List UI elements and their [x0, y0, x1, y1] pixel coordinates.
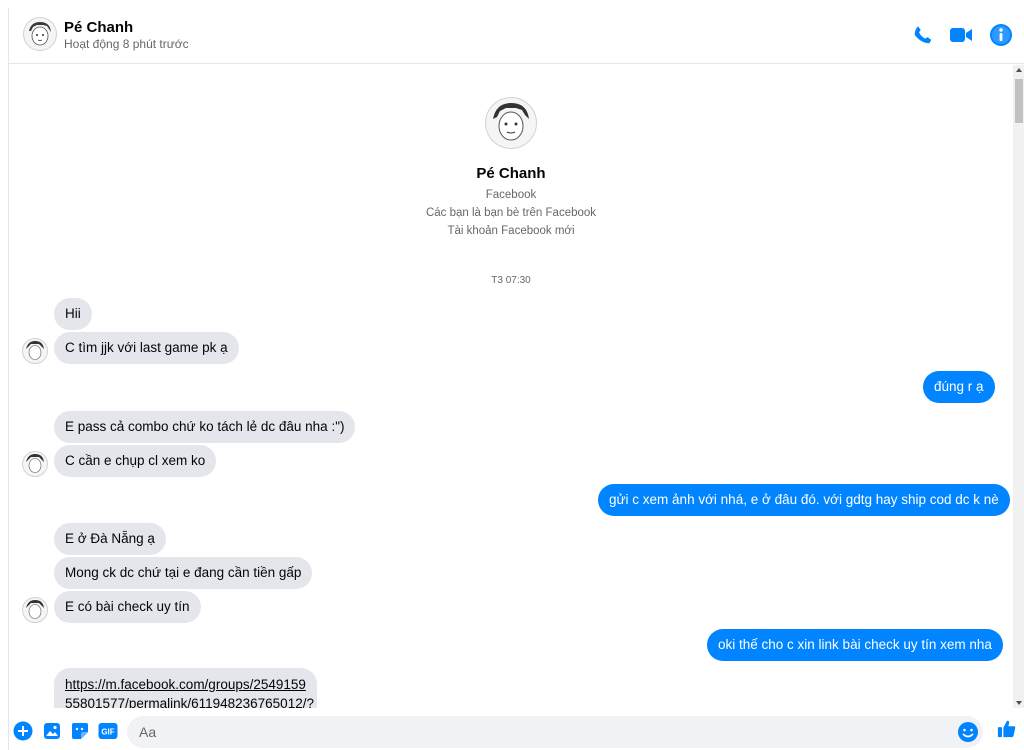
phone-icon[interactable]	[911, 23, 935, 47]
thumbs-up-icon[interactable]	[997, 719, 1017, 739]
message-list[interactable]: Pé Chanh Facebook Các bạn là bạn bè trên…	[9, 65, 1013, 708]
message-outgoing[interactable]: đúng r ạ	[923, 371, 995, 403]
emoji-icon[interactable]	[957, 721, 979, 743]
image-icon[interactable]	[42, 721, 62, 741]
scrollbar-thumb[interactable]	[1015, 79, 1023, 123]
message-timestamp: T3 07:30	[491, 275, 531, 286]
contact-mini-avatar[interactable]	[22, 451, 48, 477]
message-incoming[interactable]: C tìm jjk với last game pk ạ	[54, 332, 239, 364]
message-incoming[interactable]: Hii	[54, 298, 92, 330]
info-icon[interactable]	[989, 23, 1013, 47]
contact-status: Hoạt động 8 phút trước	[64, 37, 189, 51]
message-input[interactable]	[139, 716, 939, 748]
chat-header: Pé Chanh Hoạt động 8 phút trước	[9, 8, 1024, 64]
contact-name[interactable]: Pé Chanh	[64, 19, 133, 36]
gif-icon-label: GIF	[101, 728, 114, 737]
profile-avatar[interactable]	[485, 97, 537, 149]
chat-window: Pé Chanh Hoạt động 8 phút trước Pé Chanh…	[8, 8, 1024, 750]
scroll-up-arrow-icon[interactable]	[1016, 68, 1022, 72]
message-input-wrapper	[127, 716, 983, 748]
profile-line-friends: Các bạn là bạn bè trên Facebook	[425, 207, 597, 219]
message-incoming[interactable]: Mong ck dc chứ tại e đang cần tiền gấp	[54, 557, 313, 589]
message-incoming[interactable]: C cần e chụp cl xem ko	[54, 445, 217, 477]
profile-line-platform: Facebook	[485, 189, 537, 201]
profile-line-new-account: Tài khoản Facebook mới	[447, 225, 575, 237]
profile-name[interactable]: Pé Chanh	[9, 165, 1013, 182]
gif-icon[interactable]: GIF	[98, 721, 118, 741]
sticker-icon[interactable]	[70, 721, 90, 741]
message-outgoing[interactable]: gửi c xem ảnh với nhá, e ở đâu đó. với g…	[598, 484, 1010, 516]
message-incoming[interactable]: E pass cả combo chứ ko tách lẻ dc đâu nh…	[54, 411, 356, 443]
video-camera-icon[interactable]	[949, 23, 973, 47]
permalink-link-line1[interactable]: https://m.facebook.com/groups/2549159	[65, 677, 306, 692]
message-outgoing[interactable]: oki thế cho c xin link bài check uy tín …	[707, 629, 1003, 661]
contact-avatar[interactable]	[23, 17, 57, 51]
permalink-link-line2[interactable]: 55801577/permalink/611948236765012/?	[65, 696, 314, 708]
message-list-scrollbar[interactable]	[1013, 65, 1024, 708]
contact-mini-avatar[interactable]	[22, 597, 48, 623]
message-incoming-link[interactable]: https://m.facebook.com/groups/2549159 55…	[54, 668, 317, 708]
message-incoming[interactable]: E ở Đà Nẵng ạ	[54, 523, 166, 555]
plus-icon[interactable]	[13, 721, 33, 741]
message-composer: GIF	[9, 710, 1024, 750]
scroll-down-arrow-icon[interactable]	[1016, 701, 1022, 705]
message-incoming[interactable]: E có bài check uy tín	[54, 591, 201, 623]
contact-mini-avatar[interactable]	[22, 338, 48, 364]
